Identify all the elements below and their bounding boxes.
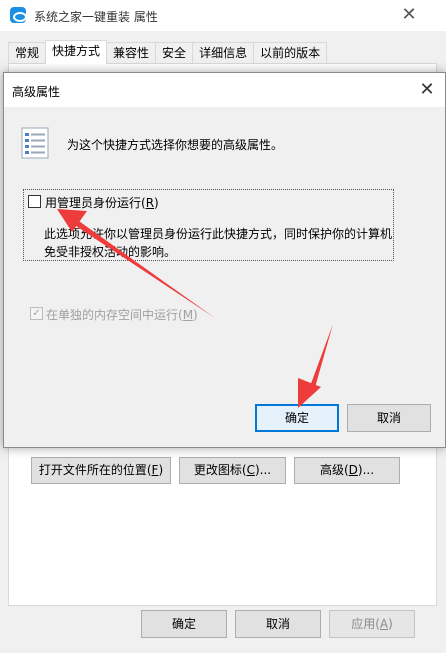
separate-memory-label: 在单独的内存空间中运行(M) [46, 306, 198, 323]
advanced-button[interactable]: 高级(D)... [294, 457, 400, 484]
tab-shortcut[interactable]: 快捷方式 [45, 40, 108, 64]
label-text-end: ) [154, 196, 159, 210]
button-label: 更改图标( [193, 463, 247, 477]
close-icon[interactable]: ✕ [416, 79, 438, 101]
advanced-cancel-button[interactable]: 取消 [347, 404, 431, 432]
label-text: 在单独的内存空间中运行( [46, 308, 183, 322]
access-key: M [182, 308, 194, 322]
access-key: R [145, 196, 155, 210]
open-file-location-button[interactable]: 打开文件所在的位置(F) [31, 457, 171, 484]
button-label-end: ) [388, 617, 393, 631]
run-as-admin-label[interactable]: 用管理员身份运行(R) [45, 194, 159, 211]
button-label: 打开文件所在的位置( [38, 463, 152, 477]
access-key: C [246, 463, 255, 477]
apply-button[interactable]: 应用(A) [329, 610, 415, 638]
app-icon [10, 7, 27, 23]
tab-previous-versions[interactable]: 以前的版本 [253, 42, 328, 64]
advanced-dialog-title: 高级属性 [12, 85, 61, 99]
advanced-dialog-titlebar: 高级属性 ✕ [4, 73, 445, 107]
run-as-admin-checkbox[interactable] [28, 195, 41, 208]
tab-details[interactable]: 详细信息 [192, 42, 255, 64]
tab-security[interactable]: 安全 [155, 42, 194, 64]
properties-window-title: 系统之家一键重装 属性 [34, 10, 158, 24]
properties-cancel-button[interactable]: 取消 [235, 610, 321, 638]
button-label: 应用( [351, 617, 380, 631]
advanced-ok-button[interactable]: 确定 [255, 404, 339, 432]
access-key: A [379, 617, 389, 631]
advanced-properties-dialog: 高级属性 ✕ 为这个快捷方式选择你想要的高级属性。 用管理员身份运行(R) 此选… [3, 72, 446, 448]
tab-strip: 常规 快捷方式 兼容性 安全 详细信息 以前的版本 [8, 40, 328, 64]
advanced-description: 为这个快捷方式选择你想要的高级属性。 [67, 138, 284, 152]
checklist-icon [21, 127, 49, 159]
access-key: D [348, 463, 358, 477]
tab-general[interactable]: 常规 [8, 42, 47, 64]
label-text-end: ) [193, 308, 198, 322]
separate-memory-checkbox: ✓ [30, 307, 43, 320]
button-label-end: ) [158, 463, 164, 477]
properties-titlebar: 系统之家一键重装 属性 ✕ [0, 0, 446, 31]
close-icon[interactable]: ✕ [398, 4, 420, 26]
button-label-end: )... [357, 463, 375, 477]
button-label-end: )... [254, 463, 272, 477]
properties-ok-button[interactable]: 确定 [141, 610, 227, 638]
change-icon-button[interactable]: 更改图标(C)... [179, 457, 286, 484]
label-text: 用管理员身份运行( [45, 196, 146, 210]
button-label: 高级( [319, 463, 349, 477]
run-as-admin-explanation: 此选项允许你以管理员身份运行此快捷方式，同时保护你的计算机免受非授权活动的影响。 [44, 227, 393, 259]
tab-compatibility[interactable]: 兼容性 [106, 42, 157, 64]
